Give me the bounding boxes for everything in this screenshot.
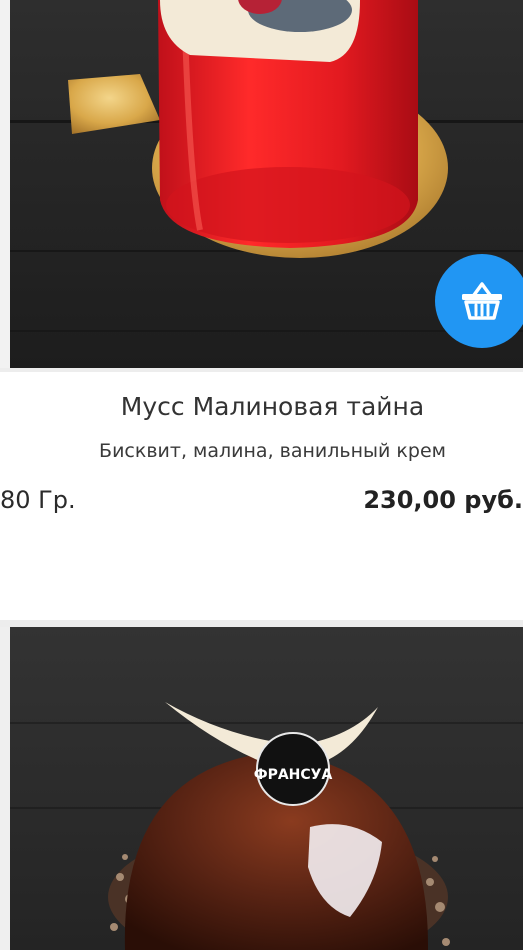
add-to-basket-button[interactable] <box>435 254 523 348</box>
product-list: Мусс Малиновая тайна Бисквит, малина, ва… <box>0 0 523 950</box>
product-separator <box>0 620 523 627</box>
left-gutter <box>0 0 10 370</box>
product-image-chocolate-dome[interactable]: ФРАНСУА <box>10 627 523 950</box>
product-price: 230,00 руб. <box>363 486 523 514</box>
chocolate-dome-picture: ФРАНСУА <box>10 627 523 950</box>
left-gutter-2 <box>0 627 10 950</box>
shopping-basket-icon <box>462 282 502 320</box>
product-image-raspberry-mousse[interactable] <box>10 0 523 368</box>
product-description: Бисквит, малина, ванильный крем <box>99 440 446 462</box>
bakery-logo-text: ФРАНСУА <box>254 767 333 783</box>
image-divider <box>0 368 523 372</box>
product-title[interactable]: Мусс Малиновая тайна <box>0 392 523 421</box>
product-weight: 80 Гр. <box>0 486 76 514</box>
